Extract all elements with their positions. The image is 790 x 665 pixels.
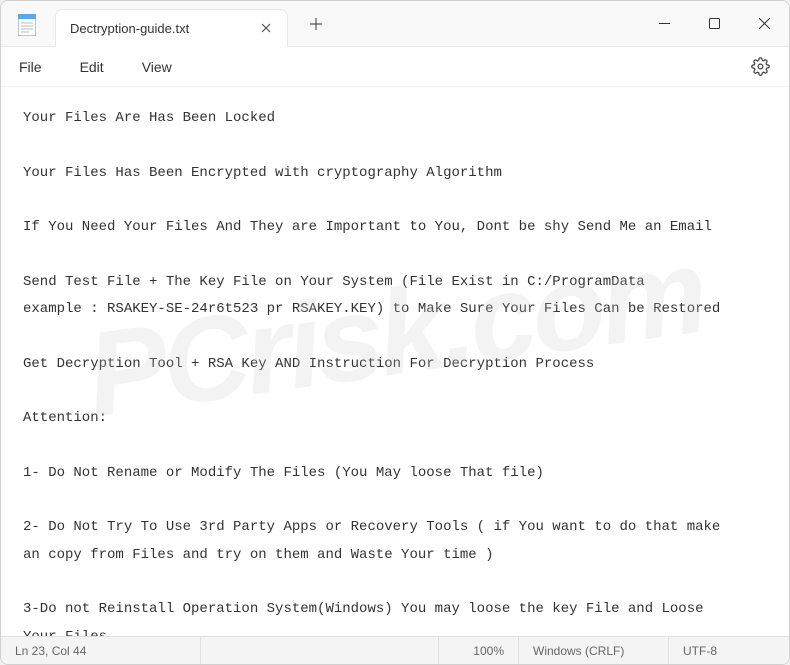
text-line: 2- Do Not Try To Use 3rd Party Apps or R… bbox=[23, 519, 720, 535]
new-tab-button[interactable] bbox=[298, 6, 334, 42]
close-tab-icon[interactable] bbox=[259, 21, 273, 35]
gear-icon[interactable] bbox=[751, 57, 771, 77]
text-line: 3-Do not Reinstall Operation System(Wind… bbox=[23, 601, 704, 617]
text-line: an copy from Files and try on them and W… bbox=[23, 547, 493, 563]
text-line: Send Test File + The Key File on Your Sy… bbox=[23, 274, 645, 290]
menu-edit[interactable]: Edit bbox=[80, 59, 104, 75]
text-line: Get Decryption Tool + RSA Key AND Instru… bbox=[23, 356, 594, 372]
status-spacer bbox=[201, 637, 439, 664]
text-editor[interactable]: Your Files Are Has Been Locked Your File… bbox=[1, 87, 789, 636]
menu-view[interactable]: View bbox=[142, 59, 172, 75]
text-line: Your Files bbox=[23, 629, 107, 636]
document-tab[interactable]: Dectryption-guide.txt bbox=[55, 9, 288, 47]
text-line: Attention: bbox=[23, 410, 107, 426]
maximize-button[interactable] bbox=[689, 1, 739, 46]
titlebar: Dectryption-guide.txt bbox=[1, 1, 789, 47]
text-line: Your Files Are Has Been Locked bbox=[23, 110, 275, 126]
close-button[interactable] bbox=[739, 1, 789, 46]
menubar: File Edit View bbox=[1, 47, 789, 87]
tab-title: Dectryption-guide.txt bbox=[70, 21, 189, 36]
menu-file[interactable]: File bbox=[19, 59, 42, 75]
status-zoom[interactable]: 100% bbox=[439, 637, 519, 664]
window-controls bbox=[639, 1, 789, 46]
status-eol[interactable]: Windows (CRLF) bbox=[519, 637, 669, 664]
notepad-app-icon bbox=[17, 12, 37, 36]
text-line: Your Files Has Been Encrypted with crypt… bbox=[23, 165, 502, 181]
status-encoding[interactable]: UTF-8 bbox=[669, 637, 789, 664]
notepad-window: Dectryption-guide.txt File Edit View bbox=[0, 0, 790, 665]
text-line: 1- Do Not Rename or Modify The Files (Yo… bbox=[23, 465, 544, 481]
text-line: If You Need Your Files And They are Impo… bbox=[23, 219, 712, 235]
status-position[interactable]: Ln 23, Col 44 bbox=[1, 637, 201, 664]
statusbar: Ln 23, Col 44 100% Windows (CRLF) UTF-8 bbox=[1, 636, 789, 664]
text-line: example : RSAKEY-SE-24r6t523 pr RSAKEY.K… bbox=[23, 301, 720, 317]
minimize-button[interactable] bbox=[639, 1, 689, 46]
